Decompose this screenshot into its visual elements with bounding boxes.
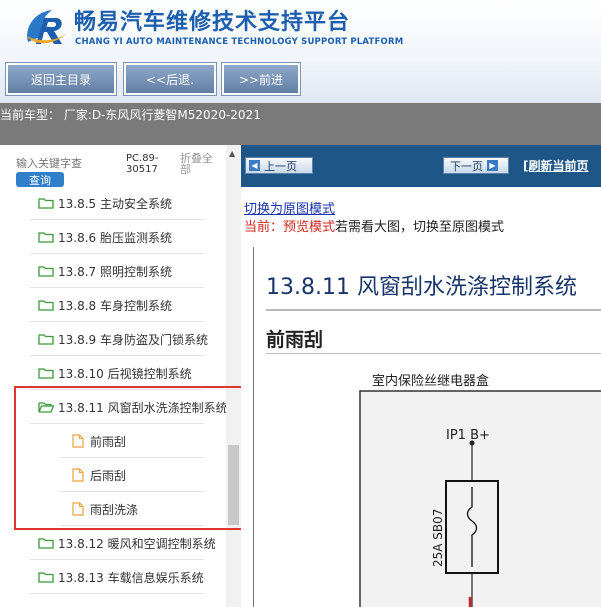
tree-item[interactable]: 13.8.10 后视镜控制系统 xyxy=(0,356,226,390)
back-button[interactable]: <<后退. xyxy=(123,62,217,96)
search-input[interactable] xyxy=(16,157,98,170)
tree-leaf-item[interactable]: 雨刮洗涤 xyxy=(0,492,226,526)
tree-item[interactable]: 13.8.5 主动安全系统 xyxy=(0,193,226,220)
next-page-button[interactable]: 下一页 ▶ xyxy=(443,157,509,174)
tree-leaf-item[interactable]: 后雨刮 xyxy=(0,458,226,492)
document-icon xyxy=(72,434,84,448)
current-mode-line: 当前：预览模式若需看大图，切换至原图模式 xyxy=(244,216,504,235)
tree-item-label: 雨刮洗涤 xyxy=(90,502,139,517)
pager-bar: ◀ 上一页 下一页 ▶ [刷新当前页 xyxy=(241,145,601,187)
nav-bar: 返回主目录 <<后退. >>前进 xyxy=(0,57,601,103)
folder-icon xyxy=(38,538,54,549)
tree-item-label: 13.8.10 后视镜控制系统 xyxy=(58,366,192,381)
refresh-page-link[interactable]: [刷新当前页 xyxy=(523,157,589,174)
switch-original-mode-link[interactable]: 切换为原图模式 xyxy=(244,198,335,217)
fuse-label: 25A SB07 xyxy=(431,509,445,567)
title-divider xyxy=(266,309,601,311)
tree-item-label: 13.8.6 胎压监测系统 xyxy=(58,230,172,245)
document-icon xyxy=(72,468,84,482)
wiring-diagram: 室内保险丝继电器盒 IP1 B+ 25A SB07 xyxy=(359,373,601,607)
tree-item[interactable]: 13.8.12 暖风和空调控制系统 xyxy=(0,526,226,560)
platform-subtitle: CHANG YI AUTO MAINTENANCE TECHNOLOGY SUP… xyxy=(75,37,404,47)
next-page-label: 下一页 xyxy=(450,159,483,173)
content-area: ◀ 上一页 下一页 ▶ [刷新当前页 切换为原图模式 当前：预览模式若需看大图，… xyxy=(241,145,601,607)
section-heading: 前雨刮 xyxy=(266,329,324,351)
vehicle-info-bar: 当前车型： 厂家:D-东风风行菱智M52020-2021 xyxy=(0,103,601,145)
current-mode-prefix: 当前： xyxy=(244,220,284,235)
search-area: 查询 PC.89-30517 折叠全部 xyxy=(0,145,226,193)
tree-item-label: 13.8.12 暖风和空调控制系统 xyxy=(58,536,216,551)
arrow-left-icon: ◀ xyxy=(249,160,260,171)
arrow-right-icon: ▶ xyxy=(487,160,498,171)
tree-item[interactable]: 13.8.8 车身控制系统 xyxy=(0,288,226,322)
tree-item-label: 后雨刮 xyxy=(90,468,127,483)
tree-item[interactable]: 13.8.7 照明控制系统 xyxy=(0,254,226,288)
junction-dot xyxy=(469,440,475,446)
tree-item-label: 13.8.7 照明控制系统 xyxy=(58,264,172,279)
folder-icon xyxy=(38,198,54,209)
document-title: 13.8.11 风窗刮水洗涤控制系统 xyxy=(266,275,577,300)
folder-icon xyxy=(38,232,54,243)
scroll-up-arrow-icon[interactable]: ▲ xyxy=(229,149,235,158)
mode-hint: 若需看大图，切换至原图模式 xyxy=(335,220,505,235)
pin-label: IP1 B+ xyxy=(446,428,490,443)
tree-item[interactable]: 13.8.13 车载信息娱乐系统 xyxy=(0,560,226,594)
folder-icon xyxy=(38,334,54,345)
tree-leaf-item[interactable]: 前雨刮 xyxy=(0,424,226,458)
sidebar: 查询 PC.89-30517 折叠全部 13.8.5 主动安全系统 13.8.6… xyxy=(0,145,241,607)
current-mode-value: 预览模式 xyxy=(283,220,336,235)
prev-page-button[interactable]: ◀ 上一页 xyxy=(245,157,313,174)
tree-item-label: 前雨刮 xyxy=(90,434,127,449)
query-button[interactable]: 查询 xyxy=(16,172,64,187)
tree-item-label: 13.8.11 风窗刮水洗涤控制系统 xyxy=(58,400,226,415)
tree-item-label: 13.8.5 主动安全系统 xyxy=(58,196,172,211)
home-button[interactable]: 返回主目录 xyxy=(5,62,117,96)
catalog-tree: 13.8.5 主动安全系统 13.8.6 胎压监测系统 13.8.7 照明控制系… xyxy=(0,193,226,607)
app-window: 畅易汽车维修技术支持平台 CHANG YI AUTO MAINTENANCE T… xyxy=(0,0,601,607)
tree-item[interactable]: 13.8.9 车身防盗及门锁系统 xyxy=(0,322,226,356)
folder-icon xyxy=(38,300,54,311)
fuse-box-label: 室内保险丝继电器盒 xyxy=(372,373,489,389)
prev-page-label: 上一页 xyxy=(264,159,297,173)
folder-icon xyxy=(38,368,54,379)
pc-code-label: PC.89-30517 xyxy=(126,153,159,175)
document-page: 13.8.11 风窗刮水洗涤控制系统 前雨刮 室内保险丝继电器盒 IP1 B+ … xyxy=(253,247,601,607)
fuse-box-frame xyxy=(359,390,601,607)
folder-icon xyxy=(38,266,54,277)
tree-item-label: 13.8.9 车身防盗及门锁系统 xyxy=(58,332,208,347)
tree-item[interactable]: 13.8.6 胎压监测系统 xyxy=(0,220,226,254)
tree-item-expanded[interactable]: 13.8.11 风窗刮水洗涤控制系统 xyxy=(0,390,226,424)
document-icon xyxy=(72,502,84,516)
folder-icon xyxy=(38,572,54,583)
section-divider xyxy=(266,353,601,354)
scroll-thumb[interactable] xyxy=(228,445,239,525)
fold-all-button[interactable]: 折叠全部 xyxy=(180,153,220,175)
header: 畅易汽车维修技术支持平台 CHANG YI AUTO MAINTENANCE T… xyxy=(0,0,601,57)
current-vehicle-text: 当前车型： 厂家:D-东风风行菱智M52020-2021 xyxy=(0,108,261,122)
tree-item-label: 13.8.8 车身控制系统 xyxy=(58,298,172,313)
brand-logo-icon xyxy=(26,10,66,44)
folder-open-icon xyxy=(38,402,54,413)
forward-button[interactable]: >>前进 xyxy=(221,62,301,96)
sidebar-scrollbar[interactable]: ▲ xyxy=(226,145,241,607)
tree-item-label: 13.8.13 车载信息娱乐系统 xyxy=(58,570,204,585)
platform-title: 畅易汽车维修技术支持平台 xyxy=(74,10,351,35)
